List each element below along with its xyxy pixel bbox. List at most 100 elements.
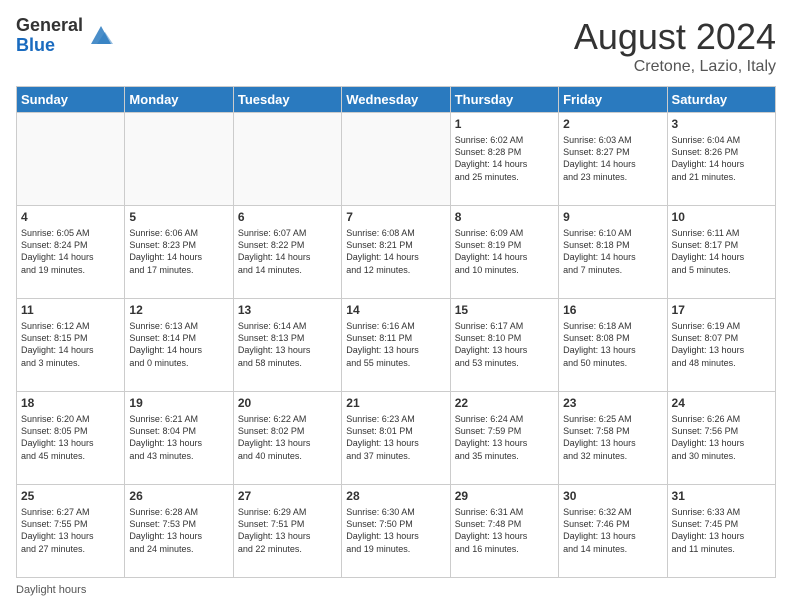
header-cell-tuesday: Tuesday <box>233 87 341 113</box>
day-info: Sunrise: 6:32 AM Sunset: 7:46 PM Dayligh… <box>563 506 662 555</box>
header-cell-monday: Monday <box>125 87 233 113</box>
day-info: Sunrise: 6:29 AM Sunset: 7:51 PM Dayligh… <box>238 506 337 555</box>
calendar-body: 1 Sunrise: 6:02 AM Sunset: 8:28 PM Daylig… <box>17 113 776 578</box>
calendar-cell: 2 Sunrise: 6:03 AM Sunset: 8:27 PM Daylig… <box>559 113 667 206</box>
calendar-cell <box>342 113 450 206</box>
day-info: Sunrise: 6:33 AM Sunset: 7:45 PM Dayligh… <box>672 506 771 555</box>
week-row-1: 4Sunrise: 6:05 AM Sunset: 8:24 PM Daylig… <box>17 206 776 299</box>
day-info: Sunrise: 6:31 AM Sunset: 7:48 PM Dayligh… <box>455 506 554 555</box>
calendar-cell: 19 Sunrise: 6:21 AM Sunset: 8:04 PM Dayli… <box>125 392 233 485</box>
footer-note: Daylight hours <box>16 584 776 596</box>
day-number: 4 <box>21 209 120 225</box>
calendar-cell: 1 Sunrise: 6:02 AM Sunset: 8:28 PM Daylig… <box>450 113 558 206</box>
calendar-cell: 31Sunrise: 6:33 AM Sunset: 7:45 PM Dayli… <box>667 485 775 578</box>
calendar-cell: 14 Sunrise: 6:16 AM Sunset: 8:11 PM Dayli… <box>342 299 450 392</box>
day-info: Sunrise: 6:02 AM Sunset: 8:28 PM Dayligh… <box>455 134 554 183</box>
day-info: Sunrise: 6:10 AM Sunset: 8:18 PM Dayligh… <box>563 227 662 276</box>
day-info: Sunrise: 6:30 AM Sunset: 7:50 PM Dayligh… <box>346 506 445 555</box>
day-info: Sunrise: 6:03 AM Sunset: 8:27 PM Dayligh… <box>563 134 662 183</box>
day-info: Sunrise: 6:23 AM Sunset: 8:01 PM Dayligh… <box>346 413 445 462</box>
day-number: 2 <box>563 116 662 132</box>
calendar-cell <box>17 113 125 206</box>
day-number: 11 <box>21 302 120 318</box>
day-info: Sunrise: 6:22 AM Sunset: 8:02 PM Dayligh… <box>238 413 337 462</box>
day-number: 21 <box>346 395 445 411</box>
day-number: 5 <box>129 209 228 225</box>
calendar-cell: 9 Sunrise: 6:10 AM Sunset: 8:18 PM Daylig… <box>559 206 667 299</box>
calendar-cell: 26Sunrise: 6:28 AM Sunset: 7:53 PM Dayli… <box>125 485 233 578</box>
calendar-cell: 22 Sunrise: 6:24 AM Sunset: 7:59 PM Dayli… <box>450 392 558 485</box>
logo-general: General <box>16 16 83 36</box>
day-info: Sunrise: 6:08 AM Sunset: 8:21 PM Dayligh… <box>346 227 445 276</box>
header-cell-saturday: Saturday <box>667 87 775 113</box>
day-info: Sunrise: 6:27 AM Sunset: 7:55 PM Dayligh… <box>21 506 120 555</box>
day-number: 14 <box>346 302 445 318</box>
calendar-cell: 12 Sunrise: 6:13 AM Sunset: 8:14 PM Dayli… <box>125 299 233 392</box>
week-row-2: 11 Sunrise: 6:12 AM Sunset: 8:15 PM Dayli… <box>17 299 776 392</box>
day-number: 24 <box>672 395 771 411</box>
calendar-cell: 21 Sunrise: 6:23 AM Sunset: 8:01 PM Dayli… <box>342 392 450 485</box>
day-info: Sunrise: 6:19 AM Sunset: 8:07 PM Dayligh… <box>672 320 771 369</box>
day-number: 7 <box>346 209 445 225</box>
calendar-cell: 17 Sunrise: 6:19 AM Sunset: 8:07 PM Dayli… <box>667 299 775 392</box>
calendar-cell: 16 Sunrise: 6:18 AM Sunset: 8:08 PM Dayli… <box>559 299 667 392</box>
header-cell-wednesday: Wednesday <box>342 87 450 113</box>
day-info: Sunrise: 6:21 AM Sunset: 8:04 PM Dayligh… <box>129 413 228 462</box>
calendar-cell: 10 Sunrise: 6:11 AM Sunset: 8:17 PM Dayli… <box>667 206 775 299</box>
day-number: 1 <box>455 116 554 132</box>
day-info: Sunrise: 6:09 AM Sunset: 8:19 PM Dayligh… <box>455 227 554 276</box>
day-number: 16 <box>563 302 662 318</box>
header: General Blue August 2024 Cretone, Lazio,… <box>16 16 776 76</box>
calendar-cell: 15 Sunrise: 6:17 AM Sunset: 8:10 PM Dayli… <box>450 299 558 392</box>
day-number: 9 <box>563 209 662 225</box>
day-info: Sunrise: 6:11 AM Sunset: 8:17 PM Dayligh… <box>672 227 771 276</box>
logo-icon <box>87 22 115 50</box>
day-info: Sunrise: 6:04 AM Sunset: 8:26 PM Dayligh… <box>672 134 771 183</box>
day-info: Sunrise: 6:16 AM Sunset: 8:11 PM Dayligh… <box>346 320 445 369</box>
day-info: Sunrise: 6:20 AM Sunset: 8:05 PM Dayligh… <box>21 413 120 462</box>
page: General Blue August 2024 Cretone, Lazio,… <box>0 0 792 612</box>
day-info: Sunrise: 6:07 AM Sunset: 8:22 PM Dayligh… <box>238 227 337 276</box>
day-info: Sunrise: 6:14 AM Sunset: 8:13 PM Dayligh… <box>238 320 337 369</box>
calendar-cell: 8 Sunrise: 6:09 AM Sunset: 8:19 PM Daylig… <box>450 206 558 299</box>
day-number: 22 <box>455 395 554 411</box>
calendar-table: SundayMondayTuesdayWednesdayThursdayFrid… <box>16 86 776 578</box>
day-number: 18 <box>21 395 120 411</box>
day-info: Sunrise: 6:18 AM Sunset: 8:08 PM Dayligh… <box>563 320 662 369</box>
location: Cretone, Lazio, Italy <box>574 58 776 76</box>
day-number: 8 <box>455 209 554 225</box>
calendar-cell: 25 Sunrise: 6:27 AM Sunset: 7:55 PM Dayli… <box>17 485 125 578</box>
calendar-cell: 13Sunrise: 6:14 AM Sunset: 8:13 PM Dayli… <box>233 299 341 392</box>
calendar-cell: 4Sunrise: 6:05 AM Sunset: 8:24 PM Daylig… <box>17 206 125 299</box>
day-number: 25 <box>21 488 120 504</box>
header-cell-thursday: Thursday <box>450 87 558 113</box>
title-block: August 2024 Cretone, Lazio, Italy <box>574 16 776 76</box>
calendar-cell: 6Sunrise: 6:07 AM Sunset: 8:22 PM Daylig… <box>233 206 341 299</box>
day-number: 17 <box>672 302 771 318</box>
day-info: Sunrise: 6:13 AM Sunset: 8:14 PM Dayligh… <box>129 320 228 369</box>
day-number: 15 <box>455 302 554 318</box>
header-row: SundayMondayTuesdayWednesdayThursdayFrid… <box>17 87 776 113</box>
calendar-cell: 24Sunrise: 6:26 AM Sunset: 7:56 PM Dayli… <box>667 392 775 485</box>
calendar-cell <box>125 113 233 206</box>
day-number: 20 <box>238 395 337 411</box>
day-number: 12 <box>129 302 228 318</box>
logo-text: General Blue <box>16 16 83 56</box>
calendar-cell: 18 Sunrise: 6:20 AM Sunset: 8:05 PM Dayli… <box>17 392 125 485</box>
day-info: Sunrise: 6:12 AM Sunset: 8:15 PM Dayligh… <box>21 320 120 369</box>
month-year: August 2024 <box>574 16 776 58</box>
day-number: 27 <box>238 488 337 504</box>
day-number: 30 <box>563 488 662 504</box>
day-info: Sunrise: 6:28 AM Sunset: 7:53 PM Dayligh… <box>129 506 228 555</box>
calendar-cell <box>233 113 341 206</box>
day-number: 23 <box>563 395 662 411</box>
week-row-0: 1 Sunrise: 6:02 AM Sunset: 8:28 PM Daylig… <box>17 113 776 206</box>
week-row-4: 25 Sunrise: 6:27 AM Sunset: 7:55 PM Dayli… <box>17 485 776 578</box>
day-number: 10 <box>672 209 771 225</box>
calendar-cell: 20 Sunrise: 6:22 AM Sunset: 8:02 PM Dayli… <box>233 392 341 485</box>
day-number: 19 <box>129 395 228 411</box>
header-cell-friday: Friday <box>559 87 667 113</box>
week-row-3: 18 Sunrise: 6:20 AM Sunset: 8:05 PM Dayli… <box>17 392 776 485</box>
day-info: Sunrise: 6:24 AM Sunset: 7:59 PM Dayligh… <box>455 413 554 462</box>
day-info: Sunrise: 6:17 AM Sunset: 8:10 PM Dayligh… <box>455 320 554 369</box>
